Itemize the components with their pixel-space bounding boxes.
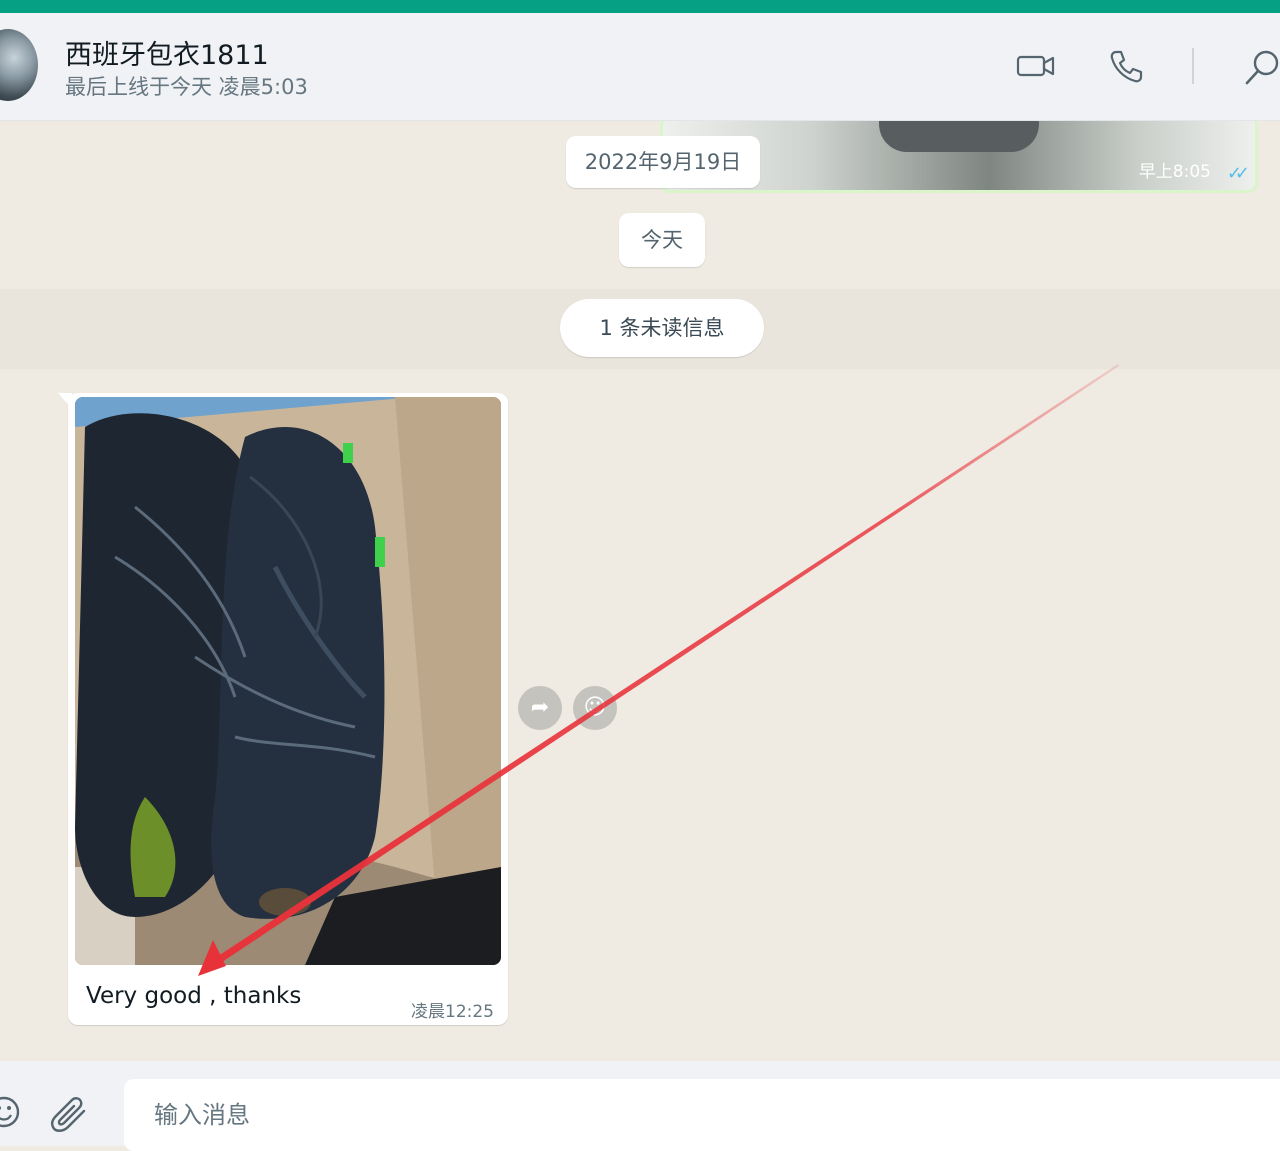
- emoji-icon[interactable]: [0, 1095, 22, 1129]
- search-icon[interactable]: [1244, 49, 1280, 87]
- message-time: 凌晨12:25: [411, 1002, 494, 1022]
- cleats-photo-illustration: [75, 397, 501, 965]
- read-ticks-icon: ✓✓: [1226, 163, 1250, 184]
- video-camera-icon[interactable]: [1016, 53, 1056, 79]
- message-input[interactable]: 输入消息: [124, 1079, 1280, 1151]
- message-composer: 输入消息: [0, 1061, 1280, 1151]
- play-overlay: [879, 121, 1039, 152]
- previous-message-time: 早上8:05: [1138, 162, 1211, 182]
- date-separator: 2022年9月19日: [566, 136, 760, 188]
- unread-messages-banner: 1 条未读信息: [560, 299, 764, 357]
- message-photo[interactable]: [75, 397, 501, 965]
- window-top-bar: [0, 0, 1280, 13]
- forward-icon[interactable]: ➦: [518, 686, 562, 730]
- message-caption: Very good , thanks: [86, 983, 302, 1009]
- avatar[interactable]: [0, 29, 38, 101]
- incoming-image-message[interactable]: Very good , thanks 凌晨12:25: [58, 393, 508, 1025]
- chat-panel[interactable]: 早上8:05 ✓✓ 2022年9月19日 今天 1 条未读信息 Very goo…: [0, 121, 1280, 1061]
- chat-header: 西班牙包衣1811 最后上线于今天 凌晨5:03: [0, 13, 1280, 121]
- bubble-tail: [58, 393, 72, 409]
- emoji-reaction-icon[interactable]: ☺: [573, 686, 617, 730]
- contact-last-seen: 最后上线于今天 凌晨5:03: [65, 75, 308, 99]
- header-divider: [1192, 48, 1194, 84]
- contact-name[interactable]: 西班牙包衣1811: [65, 33, 269, 72]
- today-separator: 今天: [619, 213, 705, 267]
- attach-icon[interactable]: [50, 1097, 90, 1133]
- phone-icon[interactable]: [1108, 49, 1144, 85]
